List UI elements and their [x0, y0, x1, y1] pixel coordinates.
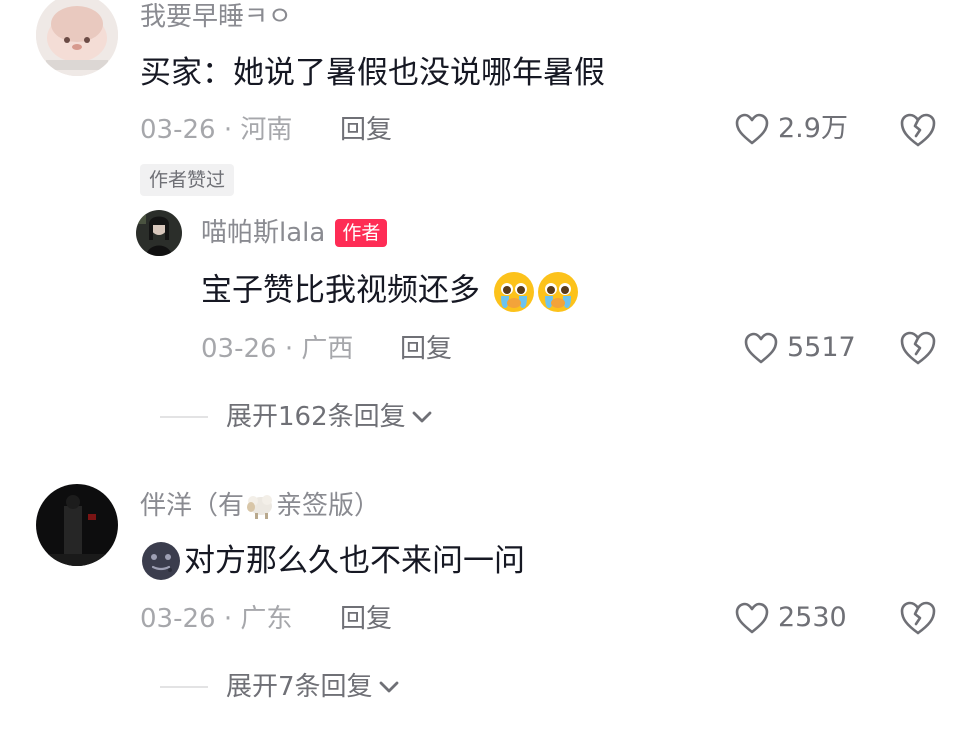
- comment-username[interactable]: 我要早睡ㅋㅇ: [140, 0, 292, 34]
- broken-heart-icon: [900, 331, 936, 365]
- comment-location: 广东: [240, 604, 293, 634]
- comment-date: 03-26: [140, 604, 216, 634]
- divider-line: [160, 416, 208, 418]
- divider-line: [160, 686, 208, 688]
- sheep-emoji: [247, 495, 273, 519]
- expand-replies-label: 展开162条回复: [226, 402, 406, 432]
- like-button[interactable]: 2530: [734, 601, 847, 635]
- reply-button[interactable]: 回复: [340, 113, 392, 147]
- like-count: 2530: [778, 602, 847, 633]
- reply-meta: 03-26 · 广西: [201, 332, 353, 366]
- comment-text: 对方那么久也不来问一问: [140, 540, 525, 582]
- pleading-face-emoji: [537, 272, 578, 312]
- expand-replies-button[interactable]: 展开162条回复: [160, 400, 434, 434]
- reply-text-content: 宝子赞比我视频还多: [201, 272, 480, 309]
- meta-separator: ·: [276, 334, 302, 364]
- chevron-down-icon: [412, 411, 432, 423]
- broken-heart-icon: [900, 113, 936, 147]
- reply-like-count: 5517: [787, 332, 856, 363]
- expand-replies-label: 展开7条回复: [226, 672, 373, 702]
- reply-username[interactable]: 喵帕斯lala 作者: [201, 216, 388, 250]
- reply-location: 广西: [301, 334, 354, 364]
- reply-username-text: 喵帕斯lala: [201, 218, 326, 248]
- dislike-button[interactable]: [898, 598, 938, 642]
- dislike-button[interactable]: [898, 110, 938, 154]
- comment-date: 03-26: [140, 115, 216, 145]
- comment-username-prefix: 伴洋（有: [140, 491, 245, 521]
- comment-meta: 03-26 · 河南: [140, 113, 292, 147]
- comment-meta: 03-26 · 广东: [140, 602, 292, 636]
- comment-location: 河南: [240, 115, 293, 145]
- comment-username[interactable]: 伴洋（有 亲签版）: [140, 489, 380, 523]
- heart-icon: [744, 332, 778, 364]
- chevron-down-icon: [379, 681, 398, 693]
- pleading-face-emoji: [493, 272, 534, 312]
- commenter-avatar[interactable]: [36, 484, 118, 566]
- commenter-avatar[interactable]: [36, 0, 118, 76]
- reply-avatar[interactable]: [136, 210, 182, 256]
- comment-text: 买家：她说了暑假也没说哪年暑假: [140, 55, 605, 91]
- heart-icon: [735, 113, 769, 145]
- like-button[interactable]: 2.9万: [734, 112, 848, 146]
- author-liked-badge: 作者赞过: [140, 164, 235, 196]
- broken-heart-icon: [900, 601, 936, 635]
- reply-reply-button[interactable]: 回复: [400, 332, 452, 366]
- reply-text: 宝子赞比我视频还多: [201, 270, 580, 314]
- reply-button[interactable]: 回复: [340, 602, 392, 636]
- comment-text-content: 对方那么久也不来问一问: [184, 543, 525, 579]
- comment-username-suffix: 亲签版）: [276, 491, 381, 521]
- author-badge: 作者: [335, 219, 388, 247]
- reply-dislike-button[interactable]: [898, 328, 938, 372]
- heart-icon: [735, 602, 769, 634]
- new-moon-face-emoji: [142, 542, 180, 580]
- meta-separator: ·: [215, 604, 241, 634]
- meta-separator: ·: [215, 115, 241, 145]
- expand-replies-button[interactable]: 展开7条回复: [160, 670, 401, 704]
- reply-like-button[interactable]: 5517: [743, 331, 856, 365]
- like-count: 2.9万: [778, 113, 848, 144]
- reply-date: 03-26: [201, 334, 277, 364]
